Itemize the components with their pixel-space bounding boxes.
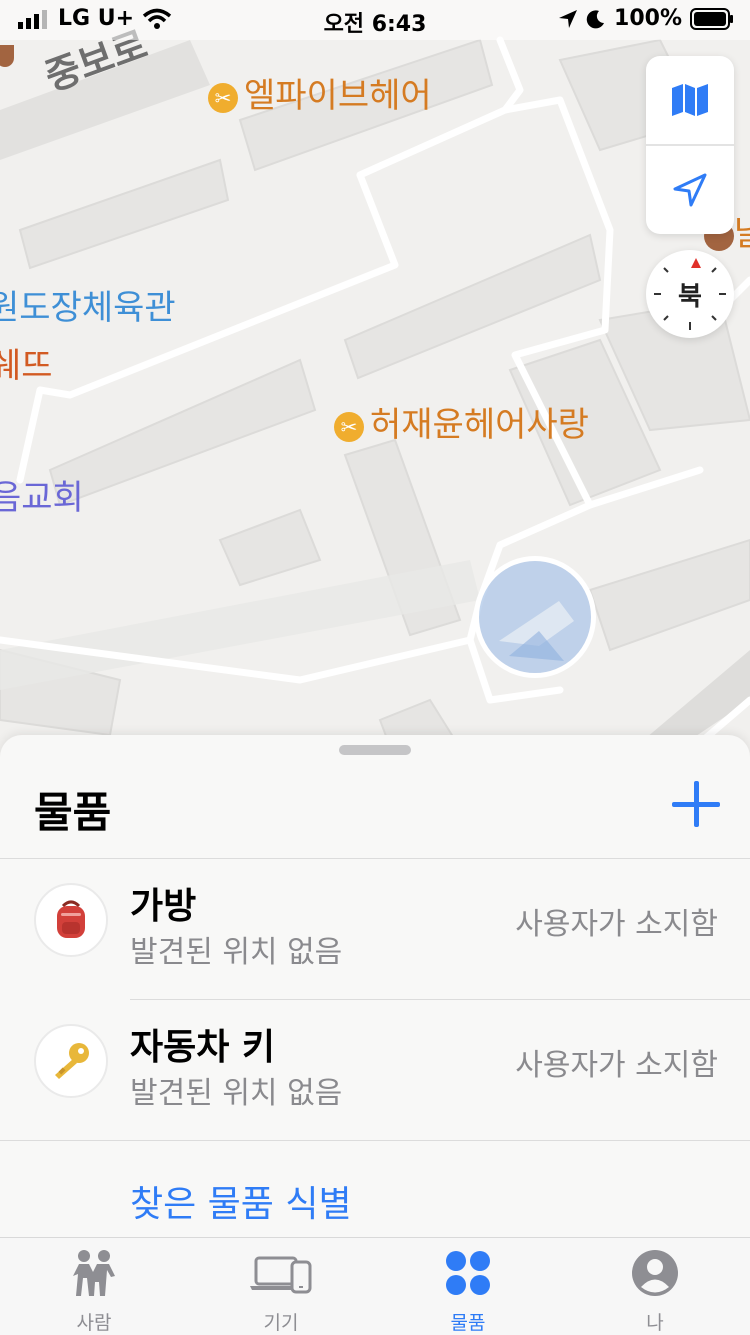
status-bar: LG U+ 오전 6:43 100% bbox=[0, 0, 750, 40]
items-icon bbox=[446, 1251, 490, 1295]
battery-percent: 100% bbox=[614, 6, 682, 31]
poi-salon-1[interactable]: ✂ 엘파이브헤어 bbox=[208, 76, 432, 116]
map-type-button[interactable] bbox=[646, 56, 734, 144]
tab-label: 기기 bbox=[263, 1312, 299, 1334]
me-icon bbox=[632, 1250, 678, 1296]
tab-people[interactable]: 사람 bbox=[19, 1238, 169, 1335]
tab-label: 사람 bbox=[76, 1312, 112, 1334]
list-item-backpack[interactable]: 가방 발견된 위치 없음 사용자가 소지함 bbox=[0, 859, 750, 999]
sheet-title: 물품 bbox=[34, 788, 112, 837]
sheet-grabber[interactable] bbox=[339, 745, 411, 755]
key-icon bbox=[55, 1043, 89, 1079]
identify-found-item-link[interactable]: 찾은 물품 식별 bbox=[130, 1175, 352, 1227]
poi-label: 엘파이브헤어 bbox=[244, 76, 432, 116]
poi-shop[interactable]: 쉐뜨 bbox=[0, 346, 53, 386]
item-name: 자동차 키 bbox=[130, 1027, 276, 1068]
scissors-icon: ✂ bbox=[208, 82, 238, 113]
tab-items[interactable]: 물품 bbox=[393, 1238, 543, 1335]
map-controls bbox=[646, 56, 734, 234]
tab-label: 나 bbox=[646, 1312, 664, 1334]
poi-salon-2[interactable]: ✂ 허재윤헤어사랑 bbox=[334, 405, 589, 445]
tab-me[interactable]: 나 bbox=[580, 1238, 730, 1335]
battery-icon bbox=[690, 7, 733, 30]
map-icon bbox=[672, 84, 708, 116]
people-icon bbox=[73, 1250, 115, 1296]
list-item-car-key[interactable]: 자동차 키 발견된 위치 없음 사용자가 소지함 bbox=[0, 1000, 750, 1140]
item-location-status: 발견된 위치 없음 bbox=[130, 935, 343, 970]
poi-corner[interactable] bbox=[0, 34, 14, 74]
backpack-icon bbox=[57, 900, 85, 938]
scissors-icon: ✂ bbox=[334, 411, 364, 442]
list-bottom-divider bbox=[0, 1140, 750, 1141]
tab-bar: 사람 기기 물품 나 bbox=[0, 1237, 750, 1335]
item-owner-status: 사용자가 소지함 bbox=[515, 907, 718, 942]
tab-devices[interactable]: 기기 bbox=[206, 1238, 356, 1335]
compass-button[interactable]: 북 bbox=[646, 250, 734, 338]
item-icon-container bbox=[34, 1024, 108, 1098]
poi-gym[interactable]: 원도장체육관 bbox=[0, 288, 176, 328]
track-location-button[interactable] bbox=[646, 146, 734, 234]
location-heading-icon bbox=[499, 601, 574, 661]
poi-marker-icon bbox=[0, 44, 14, 67]
location-arrow-icon bbox=[673, 173, 707, 207]
compass-label: 북 bbox=[678, 282, 702, 312]
item-name: 가방 bbox=[130, 886, 197, 927]
current-location-indicator[interactable] bbox=[474, 556, 596, 678]
item-icon-container bbox=[34, 883, 108, 957]
poi-label: 날 bbox=[734, 214, 750, 254]
moon-icon bbox=[586, 9, 605, 28]
devices-icon bbox=[250, 1256, 312, 1294]
location-services-icon bbox=[559, 9, 578, 28]
tab-label: 물품 bbox=[450, 1312, 486, 1334]
add-item-button[interactable] bbox=[670, 779, 722, 831]
poi-label: 허재윤헤어사랑 bbox=[370, 405, 589, 445]
poi-church[interactable]: 음교회 bbox=[0, 478, 84, 518]
item-owner-status: 사용자가 소지함 bbox=[515, 1048, 718, 1083]
item-location-status: 발견된 위치 없음 bbox=[130, 1076, 343, 1111]
items-sheet: 물품 가방 발견된 위치 없음 사용자가 소지함 자동차 키 발견된 위치 없음… bbox=[0, 735, 750, 1237]
map-view[interactable]: 중보로 ✂ 엘파이브헤어 원도장체육관 쉐뜨 ✂ 허재윤헤어사랑 음교회 날 북… bbox=[0, 0, 750, 760]
